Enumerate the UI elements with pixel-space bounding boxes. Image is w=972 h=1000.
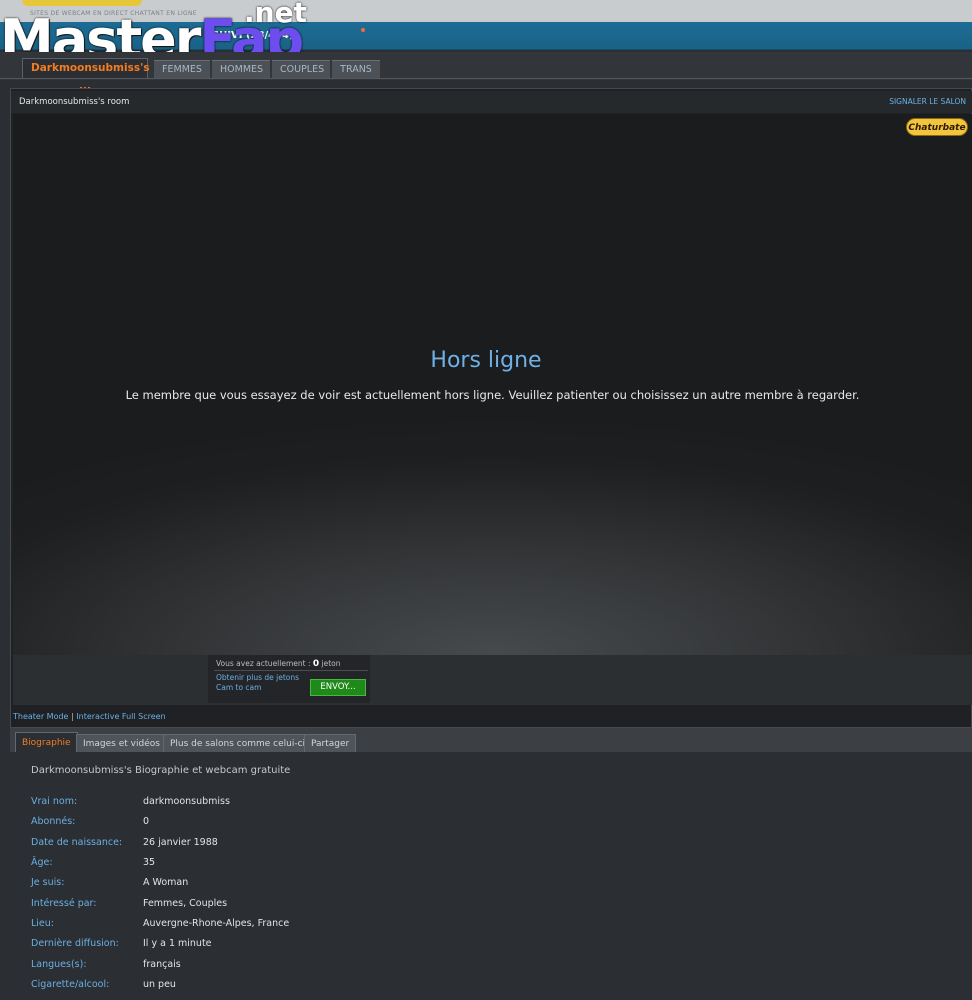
bio-value: A Woman [143, 877, 189, 888]
watermark-net: .net [244, 0, 307, 29]
offline-title: Hors ligne [430, 348, 542, 373]
room-title: Darkmoonsubmiss's room [19, 97, 130, 107]
report-room-link[interactable]: SIGNALER LE SALON [889, 97, 966, 106]
theater-mode-link[interactable]: Theater Mode [13, 712, 68, 721]
bio-value: français [143, 959, 181, 970]
bio-label: Vrai nom: [31, 796, 78, 807]
bio-value: 0 [143, 816, 150, 827]
token-divider [214, 670, 368, 671]
bio-label: Intéressé par: [31, 898, 97, 909]
tab-femmes[interactable]: FEMMES [154, 60, 210, 78]
interactive-fullscreen-link[interactable]: Interactive Full Screen [76, 712, 165, 721]
bio-value: Auvergne-Rhone-Alpes, France [143, 918, 290, 929]
notification-dot-icon [361, 28, 365, 32]
bio-label: Abonnés: [31, 816, 76, 827]
view-mode-separator: | [71, 712, 74, 721]
view-mode-links: Theater Mode | Interactive Full Screen [13, 712, 166, 721]
tabs-divider [0, 78, 972, 79]
bio-label: Lieu: [31, 918, 54, 929]
token-balance: Vous avez actuellement : 0 jeton [216, 659, 341, 669]
bio-label: Langues(s): [31, 959, 87, 970]
bio-value: Il y a 1 minute [143, 938, 212, 949]
tab-similar-rooms[interactable]: Plus de salons comme celui-ci [163, 734, 313, 752]
bio-label: Dernière diffusion: [31, 938, 119, 949]
bio-value: un peu [143, 979, 176, 990]
bio-label: Cigarette/alcool: [31, 979, 110, 990]
tab-current-room[interactable]: Darkmoonsubmiss's ... [22, 58, 150, 92]
cam-to-cam-link[interactable]: Cam to cam [216, 683, 261, 692]
chaturbate-logo: Chaturbate [906, 118, 968, 136]
tab-couples[interactable]: COUPLES [272, 60, 330, 78]
send-tip-button[interactable]: ENVOY... [310, 679, 366, 696]
tab-partager[interactable]: Partager [304, 734, 357, 752]
bio-value: 26 janvier 1988 [143, 837, 218, 848]
bio-label: Âge: [31, 857, 53, 868]
tab-trans[interactable]: TRANS [332, 60, 380, 78]
get-more-tokens-link[interactable]: Obtenir plus de jetons [216, 673, 299, 682]
player-bottom-strip [13, 655, 972, 705]
bio-label: Date de naissance: [31, 837, 123, 848]
tab-hommes[interactable]: HOMMES [212, 60, 270, 78]
tab-images-videos[interactable]: Images et vidéos [76, 734, 167, 752]
bio-value: darkmoonsubmiss [143, 796, 230, 807]
tab-biographie[interactable]: Biographie [15, 732, 78, 752]
room-title-bar [11, 91, 972, 113]
bio-value: 35 [143, 857, 156, 868]
offline-message: Le membre que vous essayez de voir est a… [125, 388, 860, 402]
video-player[interactable] [13, 114, 972, 655]
bio-heading: Darkmoonsubmiss's Biographie et webcam g… [31, 765, 291, 776]
bio-label: Je suis: [31, 877, 65, 888]
bio-value: Femmes, Couples [143, 898, 228, 909]
